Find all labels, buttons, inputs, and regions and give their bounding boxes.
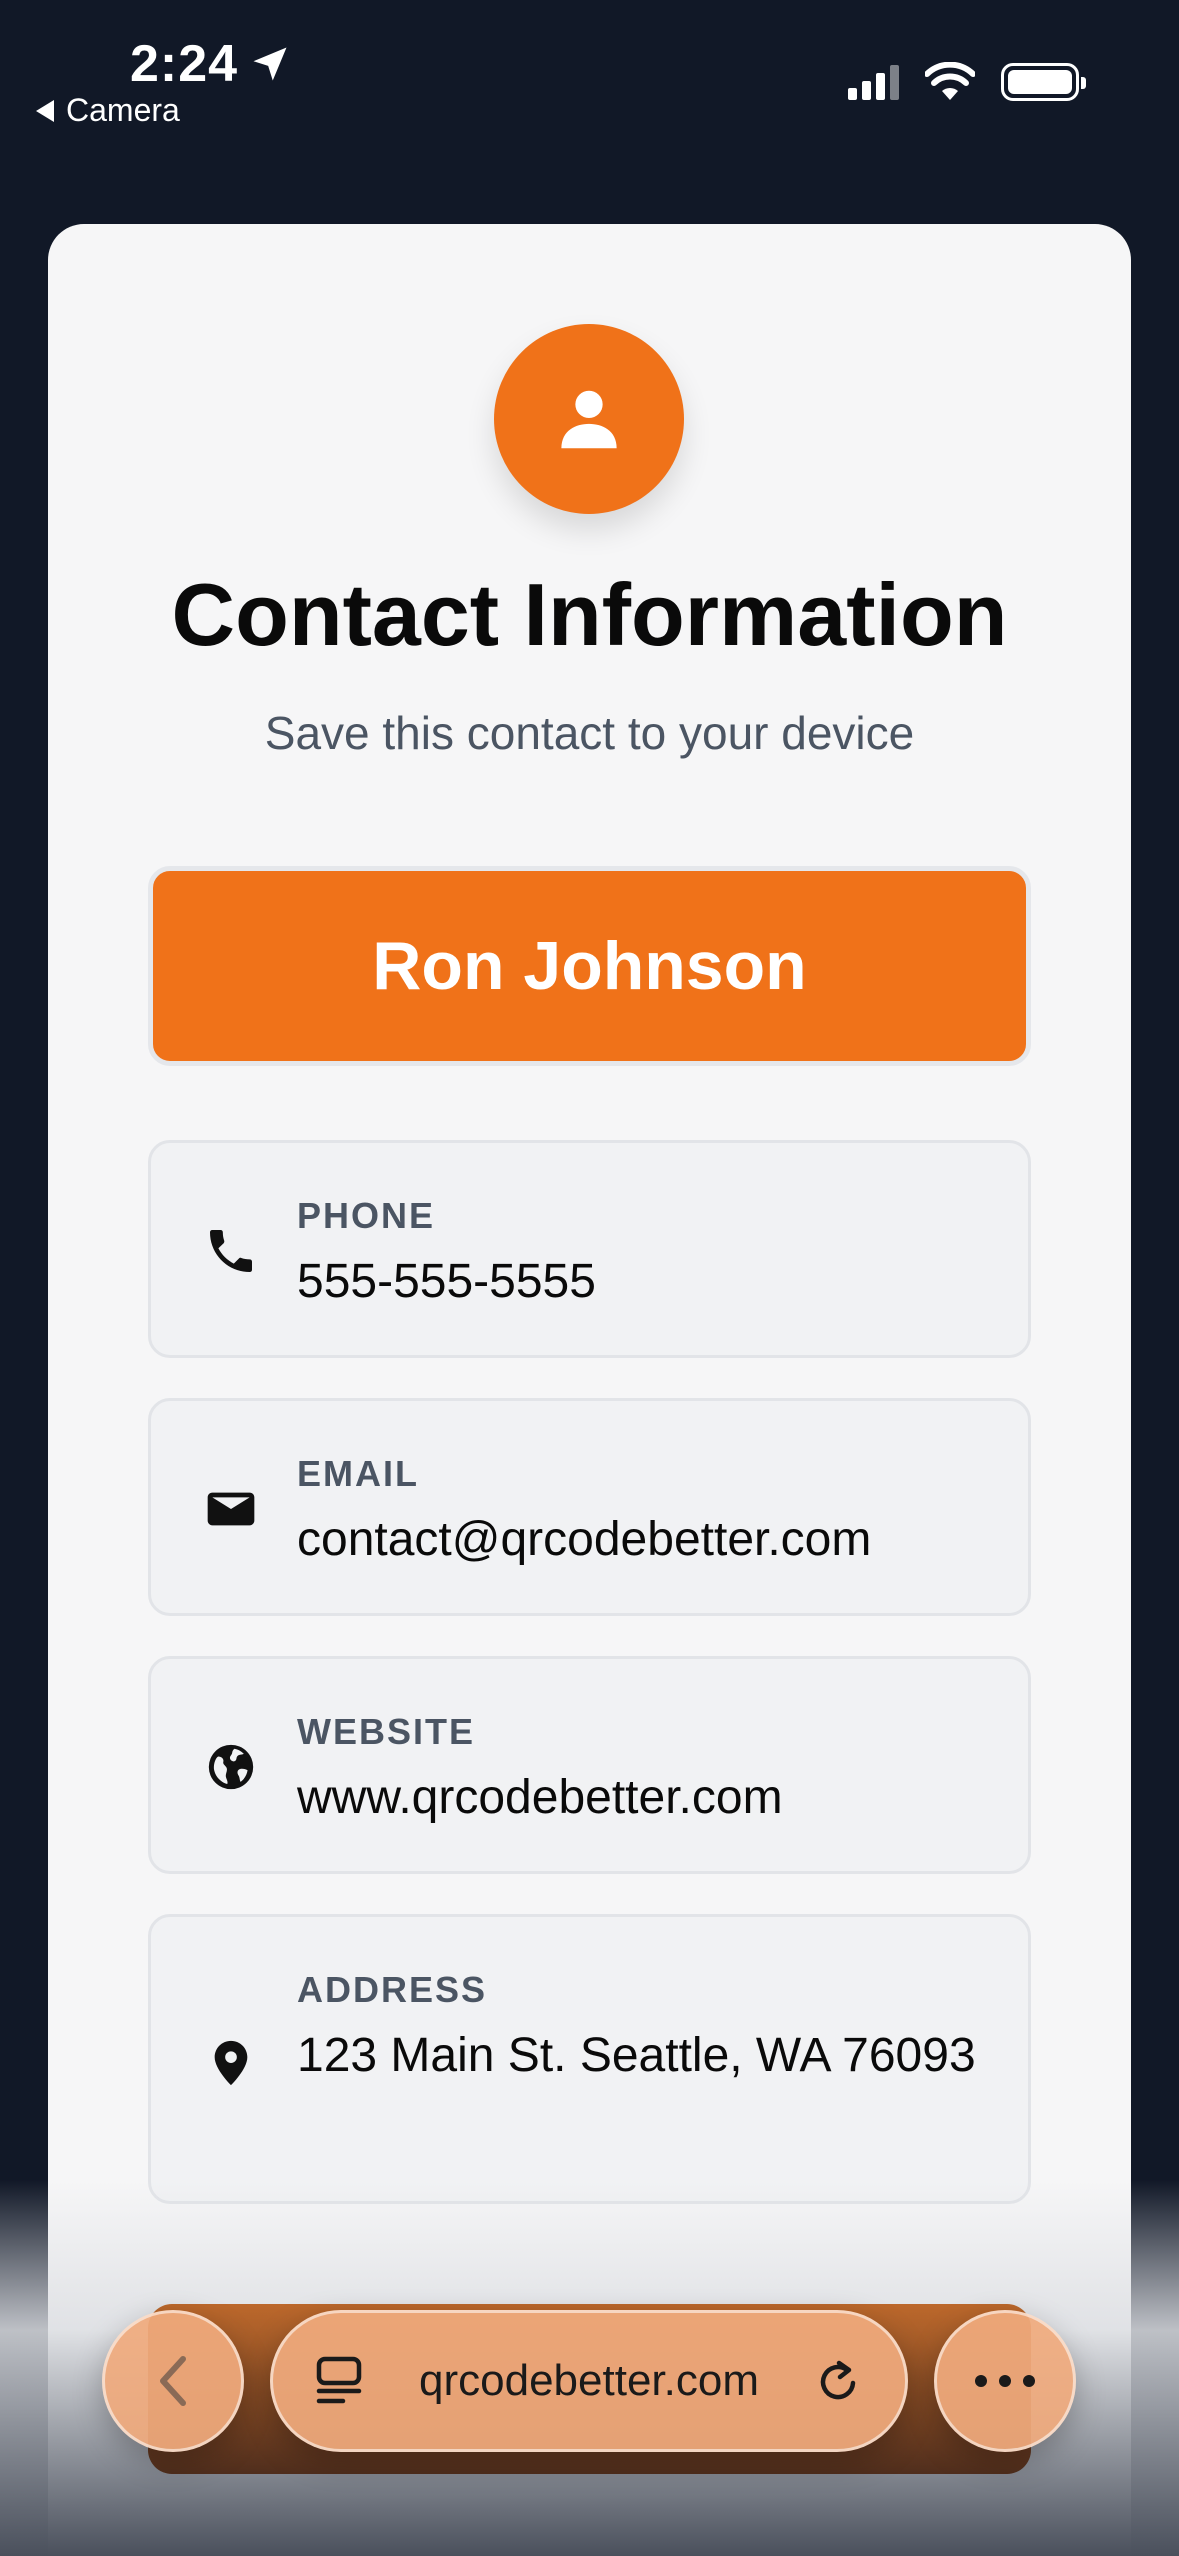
back-to-camera-link[interactable]: Camera: [36, 92, 180, 129]
page-title: Contact Information: [171, 565, 1008, 664]
website-value: www.qrcodebetter.com: [297, 1771, 783, 1824]
email-value: contact@qrcodebetter.com: [297, 1513, 872, 1566]
mail-icon: [207, 1492, 255, 1526]
more-dots-icon: [975, 2375, 1035, 2387]
address-label: ADDRESS: [297, 1969, 488, 2010]
browser-more-button[interactable]: [934, 2310, 1076, 2452]
avatar: [494, 324, 684, 514]
website-field[interactable]: WEBSITE www.qrcodebetter.com: [148, 1656, 1031, 1874]
phone-label: PHONE: [297, 1195, 436, 1236]
contact-name: Ron Johnson: [372, 928, 807, 1004]
reload-icon[interactable]: [813, 2353, 865, 2409]
back-to-camera-label: Camera: [66, 92, 180, 128]
globe-icon: [208, 1744, 254, 1790]
status-bar: 2:24 Camera: [0, 0, 1179, 130]
person-icon: [561, 390, 617, 449]
status-time-text: 2:24: [130, 35, 239, 93]
chevron-left-icon: [160, 2356, 186, 2406]
back-triangle-icon: [36, 99, 54, 122]
browser-back-button[interactable]: [102, 2310, 244, 2452]
battery-icon: [1001, 63, 1086, 101]
browser-address-bar[interactable]: qrcodebetter.com: [270, 2310, 908, 2452]
page-subtitle: Save this contact to your device: [264, 707, 915, 759]
phone-value: 555-555-5555: [297, 1255, 596, 1308]
wifi-icon: [925, 62, 975, 100]
browser-url: qrcodebetter.com: [419, 2356, 759, 2405]
tab-overview-icon: [316, 2356, 362, 2404]
phone-icon: [210, 1230, 252, 1272]
status-indicators: [848, 62, 1086, 102]
website-label: WEBSITE: [297, 1711, 476, 1752]
email-label: EMAIL: [297, 1453, 419, 1494]
contact-name-button[interactable]: Ron Johnson: [148, 866, 1031, 1066]
status-time: 2:24: [130, 34, 292, 94]
cellular-signal-icon: [848, 64, 899, 100]
location-pin-icon: [214, 2040, 248, 2086]
address-value: 123 Main St. Seattle, WA 76093: [297, 2029, 976, 2082]
location-arrow-icon: [253, 47, 287, 81]
address-field[interactable]: ADDRESS 123 Main St. Seattle, WA 76093: [148, 1914, 1031, 2204]
phone-field[interactable]: PHONE 555-555-5555: [148, 1140, 1031, 1358]
email-field[interactable]: EMAIL contact@qrcodebetter.com: [148, 1398, 1031, 1616]
